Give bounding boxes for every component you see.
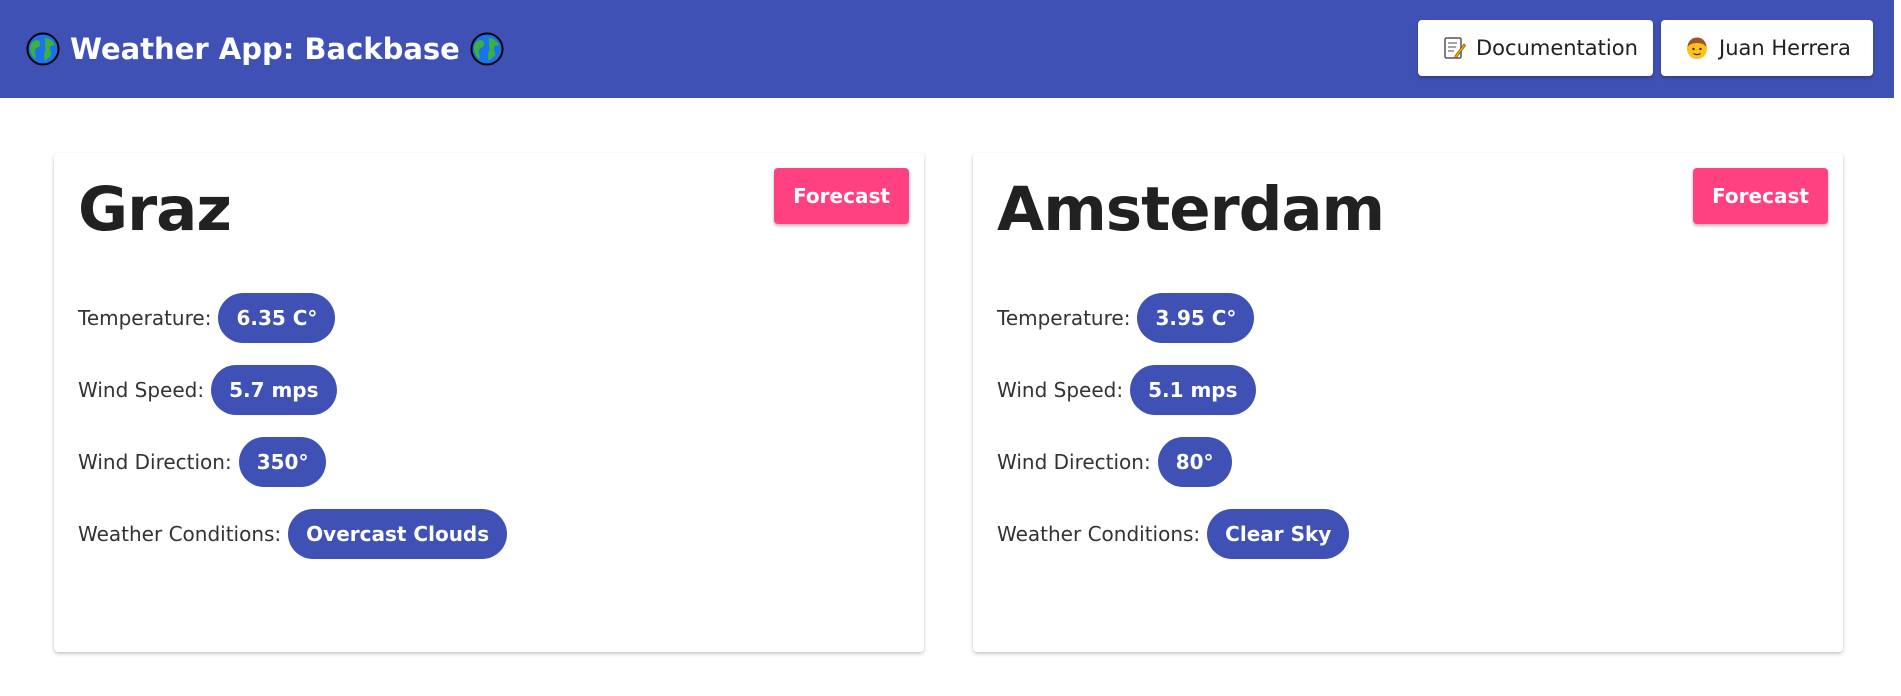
scrollbar-track[interactable] <box>1894 0 1901 696</box>
wind-speed-label: Wind Speed: <box>997 378 1124 402</box>
app-title: Weather App: Backbase <box>70 32 460 66</box>
temperature-row: Temperature: 3.95 C° <box>997 293 1349 343</box>
weather-conditions-label: Weather Conditions: <box>78 522 282 546</box>
wind-speed-value: 5.1 mps <box>1130 365 1256 415</box>
city-name: Amsterdam <box>997 174 1385 245</box>
documentation-label: Documentation <box>1476 36 1638 60</box>
weather-conditions-label: Weather Conditions: <box>997 522 1201 546</box>
wind-direction-label: Wind Direction: <box>997 450 1151 474</box>
wind-direction-value: 350° <box>238 437 327 487</box>
wind-direction-value: 80° <box>1157 437 1232 487</box>
top-app-bar: Weather App: Backbase Documentation Juan… <box>0 0 1901 98</box>
top-actions: Documentation Juan Herrera <box>1418 20 1873 76</box>
globe-icon <box>26 32 60 66</box>
temperature-label: Temperature: <box>997 306 1131 330</box>
forecast-button[interactable]: Forecast <box>1693 168 1828 224</box>
temperature-value: 6.35 C° <box>218 293 336 343</box>
weather-conditions-row: Weather Conditions: Overcast Clouds <box>78 509 508 559</box>
temperature-label: Temperature: <box>78 306 212 330</box>
city-card-graz: Graz Forecast Temperature: 6.35 C° Wind … <box>54 153 924 652</box>
wind-speed-label: Wind Speed: <box>78 378 205 402</box>
app-title-group: Weather App: Backbase <box>26 32 504 66</box>
temperature-value: 3.95 C° <box>1137 293 1255 343</box>
weather-details: Temperature: 6.35 C° Wind Speed: 5.7 mps… <box>78 293 508 581</box>
weather-conditions-row: Weather Conditions: Clear Sky <box>997 509 1350 559</box>
page: Weather App: Backbase Documentation Juan… <box>0 0 1901 696</box>
temperature-row: Temperature: 6.35 C° <box>78 293 507 343</box>
city-card-amsterdam: Amsterdam Forecast Temperature: 3.95 C° … <box>973 153 1843 652</box>
user-menu-button[interactable]: Juan Herrera <box>1661 20 1873 76</box>
forecast-button[interactable]: Forecast <box>774 168 909 224</box>
wind-direction-row: Wind Direction: 80° <box>997 437 1349 487</box>
wind-direction-row: Wind Direction: 350° <box>78 437 507 487</box>
wind-speed-row: Wind Speed: 5.7 mps <box>78 365 507 415</box>
globe-icon <box>470 32 504 66</box>
avatar-icon <box>1685 36 1709 60</box>
wind-speed-row: Wind Speed: 5.1 mps <box>997 365 1349 415</box>
wind-speed-value: 5.7 mps <box>211 365 337 415</box>
city-name: Graz <box>78 174 232 245</box>
documentation-button[interactable]: Documentation <box>1418 20 1653 76</box>
weather-conditions-value: Clear Sky <box>1207 509 1350 559</box>
weather-conditions-value: Overcast Clouds <box>288 509 508 559</box>
user-name-label: Juan Herrera <box>1719 36 1851 60</box>
memo-icon <box>1442 36 1467 60</box>
weather-details: Temperature: 3.95 C° Wind Speed: 5.1 mps… <box>997 293 1350 581</box>
wind-direction-label: Wind Direction: <box>78 450 232 474</box>
